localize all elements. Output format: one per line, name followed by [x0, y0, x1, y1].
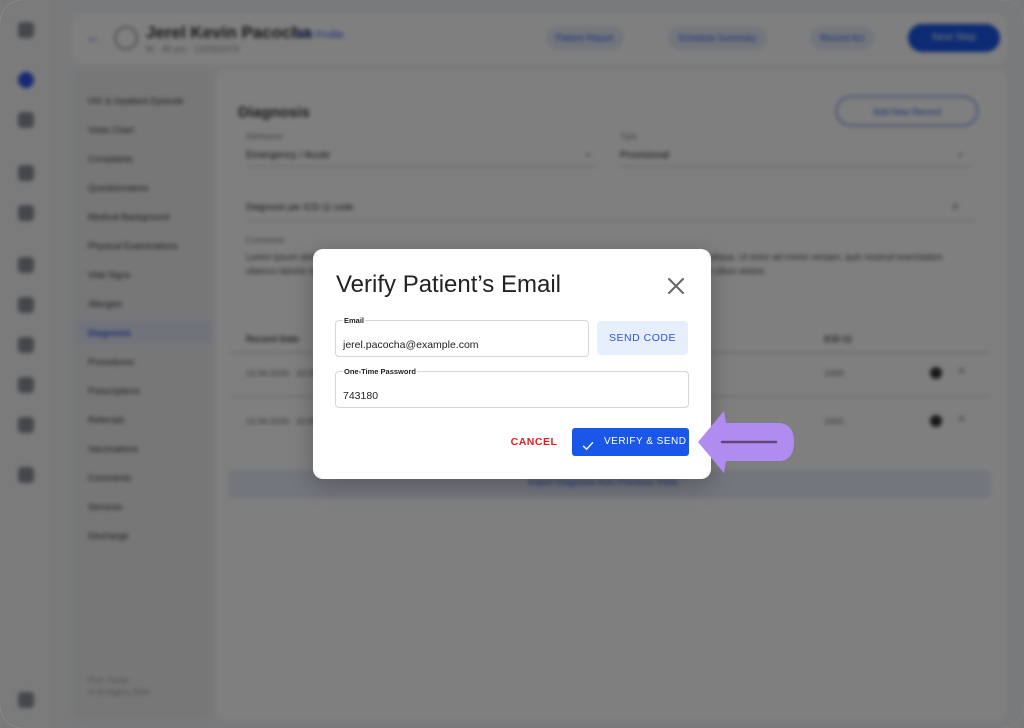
send-code-button[interactable]: SEND CODE: [597, 321, 688, 355]
email-input[interactable]: [336, 321, 588, 356]
otp-field[interactable]: One-Time Password: [335, 367, 689, 408]
arrow-left-icon: [696, 409, 796, 475]
close-icon[interactable]: [665, 275, 687, 297]
verify-email-dialog: Verify Patient’s Email Email SEND CODE O…: [313, 249, 711, 479]
check-icon: [582, 436, 594, 450]
verify-and-send-label: VERIFY & SEND: [604, 436, 687, 447]
cancel-button[interactable]: CANCEL: [503, 429, 565, 455]
dialog-title: Verify Patient’s Email: [336, 271, 561, 298]
verify-and-send-button[interactable]: VERIFY & SEND: [572, 428, 689, 456]
otp-input[interactable]: [336, 372, 688, 407]
email-field[interactable]: Email: [335, 316, 589, 357]
